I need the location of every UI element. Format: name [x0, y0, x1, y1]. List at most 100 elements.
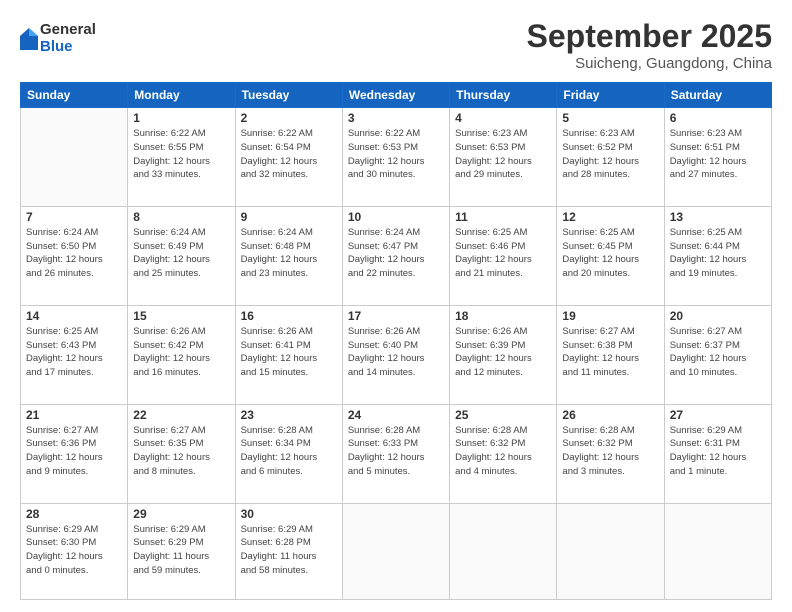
- day-info: Sunrise: 6:24 AM Sunset: 6:49 PM Dayligh…: [133, 226, 229, 281]
- weekday-header-sunday: Sunday: [21, 83, 128, 108]
- week-row-3: 14 Sunrise: 6:25 AM Sunset: 6:43 PM Dayli…: [21, 305, 772, 404]
- day-number: 23: [241, 408, 337, 422]
- calendar-cell: 10Sunrise: 6:24 AM Sunset: 6:47 PM Dayli…: [342, 206, 449, 305]
- day-number: 21: [26, 408, 122, 422]
- day-number: 1: [133, 111, 229, 125]
- calendar-cell: 27 Sunrise: 6:29 AM Sunset: 6:31 PM Dayli…: [664, 404, 771, 503]
- calendar-cell: 25 Sunrise: 6:28 AM Sunset: 6:32 PM Dayli…: [450, 404, 557, 503]
- calendar-cell: 19 Sunrise: 6:27 AM Sunset: 6:38 PM Dayli…: [557, 305, 664, 404]
- day-number: 27: [670, 408, 766, 422]
- day-info: Sunrise: 6:27 AM Sunset: 6:38 PM Dayligh…: [562, 325, 658, 380]
- calendar-cell: [664, 503, 771, 600]
- month-title: September 2025: [527, 18, 772, 55]
- day-info: Sunrise: 6:28 AM Sunset: 6:32 PM Dayligh…: [455, 424, 551, 479]
- calendar-cell: 26Sunrise: 6:28 AM Sunset: 6:32 PM Dayli…: [557, 404, 664, 503]
- calendar-cell: 17Sunrise: 6:26 AM Sunset: 6:40 PM Dayli…: [342, 305, 449, 404]
- calendar-cell: 30 Sunrise: 6:29 AM Sunset: 6:28 PM Dayli…: [235, 503, 342, 600]
- day-number: 8: [133, 210, 229, 224]
- day-number: 15: [133, 309, 229, 323]
- day-info: Sunrise: 6:23 AM Sunset: 6:51 PM Dayligh…: [670, 127, 766, 182]
- day-number: 12: [562, 210, 658, 224]
- day-number: 11: [455, 210, 551, 224]
- calendar-cell: 18Sunrise: 6:26 AM Sunset: 6:39 PM Dayli…: [450, 305, 557, 404]
- day-info: Sunrise: 6:29 AM Sunset: 6:31 PM Dayligh…: [670, 424, 766, 479]
- day-info: Sunrise: 6:24 AM Sunset: 6:50 PM Dayligh…: [26, 226, 122, 281]
- day-info: Sunrise: 6:24 AM Sunset: 6:47 PM Dayligh…: [348, 226, 444, 281]
- day-info: Sunrise: 6:26 AM Sunset: 6:40 PM Dayligh…: [348, 325, 444, 380]
- day-number: 14: [26, 309, 122, 323]
- day-number: 30: [241, 507, 337, 521]
- day-info: Sunrise: 6:25 AM Sunset: 6:46 PM Dayligh…: [455, 226, 551, 281]
- day-info: Sunrise: 6:22 AM Sunset: 6:55 PM Dayligh…: [133, 127, 229, 182]
- day-info: Sunrise: 6:28 AM Sunset: 6:33 PM Dayligh…: [348, 424, 444, 479]
- calendar-cell: 20Sunrise: 6:27 AM Sunset: 6:37 PM Dayli…: [664, 305, 771, 404]
- day-number: 24: [348, 408, 444, 422]
- day-info: Sunrise: 6:27 AM Sunset: 6:37 PM Dayligh…: [670, 325, 766, 380]
- calendar-cell: 2Sunrise: 6:22 AM Sunset: 6:54 PM Daylig…: [235, 108, 342, 207]
- weekday-header-tuesday: Tuesday: [235, 83, 342, 108]
- day-number: 26: [562, 408, 658, 422]
- calendar-cell: 5Sunrise: 6:23 AM Sunset: 6:52 PM Daylig…: [557, 108, 664, 207]
- day-info: Sunrise: 6:29 AM Sunset: 6:28 PM Dayligh…: [241, 523, 337, 578]
- day-number: 6: [670, 111, 766, 125]
- day-info: Sunrise: 6:23 AM Sunset: 6:52 PM Dayligh…: [562, 127, 658, 182]
- day-number: 29: [133, 507, 229, 521]
- logo-text: General Blue: [40, 22, 96, 55]
- day-info: Sunrise: 6:29 AM Sunset: 6:29 PM Dayligh…: [133, 523, 229, 578]
- day-info: Sunrise: 6:29 AM Sunset: 6:30 PM Dayligh…: [26, 523, 122, 578]
- day-info: Sunrise: 6:27 AM Sunset: 6:35 PM Dayligh…: [133, 424, 229, 479]
- day-info: Sunrise: 6:28 AM Sunset: 6:34 PM Dayligh…: [241, 424, 337, 479]
- day-info: Sunrise: 6:26 AM Sunset: 6:42 PM Dayligh…: [133, 325, 229, 380]
- weekday-header-thursday: Thursday: [450, 83, 557, 108]
- day-info: Sunrise: 6:22 AM Sunset: 6:53 PM Dayligh…: [348, 127, 444, 182]
- week-row-2: 7 Sunrise: 6:24 AM Sunset: 6:50 PM Daylig…: [21, 206, 772, 305]
- calendar-cell: [450, 503, 557, 600]
- day-info: Sunrise: 6:22 AM Sunset: 6:54 PM Dayligh…: [241, 127, 337, 182]
- header: General Blue September 2025 Suicheng, Gu…: [20, 18, 772, 72]
- day-info: Sunrise: 6:25 AM Sunset: 6:45 PM Dayligh…: [562, 226, 658, 281]
- calendar-cell: 4 Sunrise: 6:23 AM Sunset: 6:53 PM Daylig…: [450, 108, 557, 207]
- calendar-cell: 22 Sunrise: 6:27 AM Sunset: 6:35 PM Dayli…: [128, 404, 235, 503]
- calendar-cell: 6 Sunrise: 6:23 AM Sunset: 6:51 PM Daylig…: [664, 108, 771, 207]
- calendar-cell: 9 Sunrise: 6:24 AM Sunset: 6:48 PM Daylig…: [235, 206, 342, 305]
- day-number: 28: [26, 507, 122, 521]
- day-number: 19: [562, 309, 658, 323]
- logo-general-text: General: [40, 22, 96, 39]
- calendar-cell: 8 Sunrise: 6:24 AM Sunset: 6:49 PM Daylig…: [128, 206, 235, 305]
- day-info: Sunrise: 6:25 AM Sunset: 6:43 PM Dayligh…: [26, 325, 122, 380]
- day-number: 9: [241, 210, 337, 224]
- day-number: 25: [455, 408, 551, 422]
- calendar-cell: [342, 503, 449, 600]
- calendar-cell: 13Sunrise: 6:25 AM Sunset: 6:44 PM Dayli…: [664, 206, 771, 305]
- day-number: 13: [670, 210, 766, 224]
- day-info: Sunrise: 6:26 AM Sunset: 6:41 PM Dayligh…: [241, 325, 337, 380]
- weekday-header-saturday: Saturday: [664, 83, 771, 108]
- calendar-cell: 1 Sunrise: 6:22 AM Sunset: 6:55 PM Daylig…: [128, 108, 235, 207]
- day-number: 18: [455, 309, 551, 323]
- title-block: September 2025 Suicheng, Guangdong, Chin…: [527, 18, 772, 72]
- page: General Blue September 2025 Suicheng, Gu…: [0, 0, 792, 612]
- weekday-header-wednesday: Wednesday: [342, 83, 449, 108]
- day-info: Sunrise: 6:23 AM Sunset: 6:53 PM Dayligh…: [455, 127, 551, 182]
- calendar-cell: 21 Sunrise: 6:27 AM Sunset: 6:36 PM Dayli…: [21, 404, 128, 503]
- logo-blue-text: Blue: [40, 39, 96, 56]
- calendar-cell: 28 Sunrise: 6:29 AM Sunset: 6:30 PM Dayli…: [21, 503, 128, 600]
- calendar-cell: [21, 108, 128, 207]
- location-title: Suicheng, Guangdong, China: [527, 55, 772, 72]
- weekday-header-monday: Monday: [128, 83, 235, 108]
- day-number: 4: [455, 111, 551, 125]
- weekday-header-row: SundayMondayTuesdayWednesdayThursdayFrid…: [21, 83, 772, 108]
- calendar-cell: 24 Sunrise: 6:28 AM Sunset: 6:33 PM Dayli…: [342, 404, 449, 503]
- day-number: 7: [26, 210, 122, 224]
- weekday-header-friday: Friday: [557, 83, 664, 108]
- calendar-cell: [557, 503, 664, 600]
- calendar-cell: 29 Sunrise: 6:29 AM Sunset: 6:29 PM Dayli…: [128, 503, 235, 600]
- logo: General Blue: [20, 22, 96, 55]
- day-info: Sunrise: 6:24 AM Sunset: 6:48 PM Dayligh…: [241, 226, 337, 281]
- week-row-1: 1 Sunrise: 6:22 AM Sunset: 6:55 PM Daylig…: [21, 108, 772, 207]
- calendar-cell: 16Sunrise: 6:26 AM Sunset: 6:41 PM Dayli…: [235, 305, 342, 404]
- day-number: 3: [348, 111, 444, 125]
- calendar-cell: 7 Sunrise: 6:24 AM Sunset: 6:50 PM Daylig…: [21, 206, 128, 305]
- day-info: Sunrise: 6:27 AM Sunset: 6:36 PM Dayligh…: [26, 424, 122, 479]
- day-number: 22: [133, 408, 229, 422]
